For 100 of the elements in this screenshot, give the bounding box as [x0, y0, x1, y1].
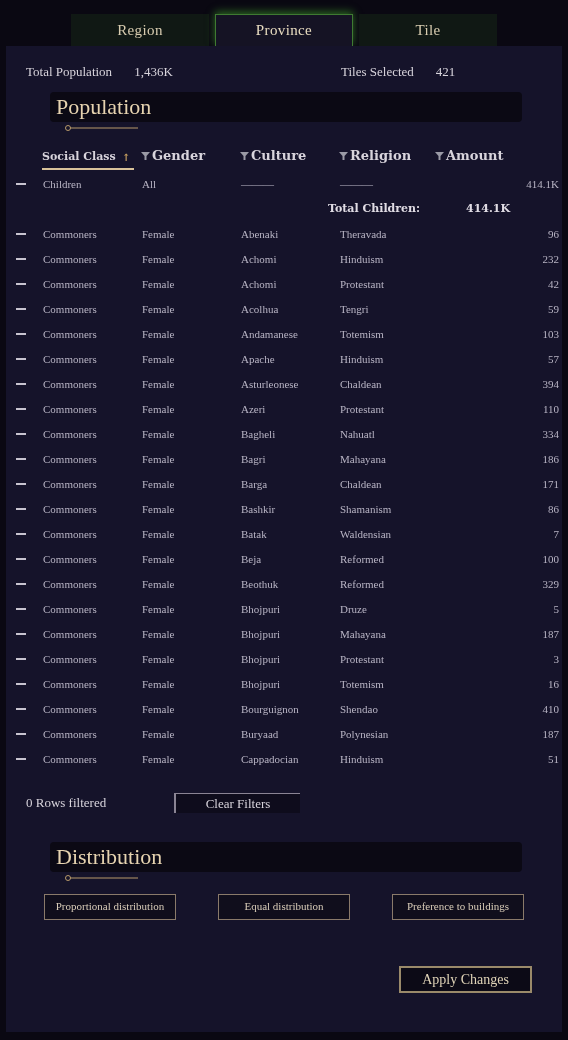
table-cell-text: 59 [547, 301, 559, 317]
minus-icon[interactable] [16, 182, 26, 186]
table-cell-text: Female [142, 551, 176, 567]
table-cell-text: Achomi [241, 251, 278, 267]
tab[interactable]: Province [215, 14, 353, 46]
minus-icon[interactable] [16, 682, 26, 686]
distribution-button[interactable]: Equal distribution [218, 893, 350, 920]
table-cell-text: Bagheli [241, 426, 277, 442]
stat-value: 421 [435, 63, 456, 81]
table-cell-text: Bourguignon [241, 701, 300, 717]
filter-icon[interactable] [240, 151, 249, 160]
apply-changes-button[interactable]: Apply Changes [399, 965, 532, 993]
table-cell-text: Female [142, 301, 176, 317]
table-cell-text: Apache [241, 351, 276, 367]
table-cell-text: Female [142, 351, 176, 367]
table-cell-text: Beja [241, 551, 263, 567]
minus-icon[interactable] [16, 357, 26, 361]
table-cell-text: Achomi [241, 276, 278, 292]
minus-icon[interactable] [16, 657, 26, 661]
minus-icon[interactable] [16, 382, 26, 386]
table-cell-text: Children [43, 176, 83, 192]
distribution-button[interactable]: Preference to buildings [392, 893, 524, 920]
minus-icon[interactable] [16, 332, 26, 336]
minus-icon[interactable] [16, 557, 26, 561]
table-cell-text: Mahayana [340, 626, 387, 642]
minus-icon[interactable] [16, 732, 26, 736]
table-cell-text: Reformed [340, 551, 385, 567]
table-cell-text: Bhojpuri [241, 626, 282, 642]
table-cell-text: Female [142, 326, 176, 342]
table-cell-text: Commoners [43, 476, 98, 492]
table-cell-text: Commoners [43, 626, 98, 642]
table-cell-text: Barga [241, 476, 269, 492]
minus-icon[interactable] [16, 707, 26, 711]
minus-icon[interactable] [16, 507, 26, 511]
column-header[interactable]: Gender [152, 146, 206, 166]
table-cell-text: Female [142, 276, 176, 292]
minus-icon[interactable] [16, 432, 26, 436]
tab[interactable]: Tile [359, 14, 497, 46]
table-cell-text: Female [142, 426, 176, 442]
table-cell-text: Chaldean [340, 376, 383, 392]
table-cell-text: 16 [547, 676, 559, 692]
table-cell-text: 3 [552, 651, 559, 667]
column-header[interactable]: Social Class ↑ [42, 149, 135, 170]
filter-icon[interactable] [141, 151, 150, 160]
minus-icon[interactable] [16, 407, 26, 411]
table-cell-text: Tengri [340, 301, 370, 317]
minus-icon[interactable] [16, 457, 26, 461]
ornament-icon [64, 123, 138, 132]
table-cell-text: Commoners [43, 451, 98, 467]
table-cell-text: Commoners [43, 501, 98, 517]
table-cell-text: Female [142, 501, 176, 517]
table-cell-text: Female [142, 626, 176, 642]
table-cell-text: 7 [552, 526, 559, 542]
table-cell-text: Theravada [340, 226, 388, 242]
table-cell-text: Female [142, 751, 176, 767]
table-cell-text: Female [142, 476, 176, 492]
table-cell-text: 86 [547, 501, 559, 517]
table-cell-text: Totemism [340, 326, 385, 342]
column-header[interactable]: Amount [446, 146, 504, 166]
minus-icon[interactable] [16, 307, 26, 311]
tab[interactable]: Region [71, 14, 209, 46]
ornament-icon [64, 873, 138, 882]
table-cell-text: Commoners [43, 701, 98, 717]
column-header[interactable]: Culture [251, 146, 307, 166]
filter-icon[interactable] [435, 151, 444, 160]
table-cell-text: Batak [241, 526, 268, 542]
table-cell-text: Bhojpuri [241, 651, 282, 667]
table-cell-text: 334 [541, 426, 559, 442]
table-cell-text: Commoners [43, 226, 98, 242]
distribution-button[interactable]: Proportional distribution [44, 893, 176, 920]
table-cell-text: Nahuatl [340, 426, 376, 442]
minus-icon[interactable] [16, 582, 26, 586]
table-cell-text: Commoners [43, 276, 98, 292]
minus-icon[interactable] [16, 632, 26, 636]
minus-icon[interactable] [16, 232, 26, 236]
table-cell-text: Acolhua [241, 301, 280, 317]
table-cell-text: Beothuk [241, 576, 280, 592]
filter-icon[interactable] [339, 151, 348, 160]
table-cell-text: Reformed [340, 576, 385, 592]
minus-icon[interactable] [16, 532, 26, 536]
table-cell-text: Bhojpuri [241, 676, 282, 692]
table-cell-text: 100 [541, 551, 559, 567]
table-cell-text: 5 [552, 601, 559, 617]
minus-icon[interactable] [16, 257, 26, 261]
table-cell-text: Abenaki [241, 226, 280, 242]
column-header[interactable]: Religion [350, 146, 412, 166]
table-cell-text: Female [142, 576, 176, 592]
table-cell-text: 42 [547, 276, 559, 292]
minus-icon[interactable] [16, 282, 26, 286]
table-cell-text: Commoners [43, 676, 98, 692]
table-cell-text: Commoners [43, 726, 98, 742]
table-cell-text: All [142, 176, 158, 192]
minus-icon[interactable] [16, 607, 26, 611]
clear-filters-button[interactable]: Clear Filters [174, 792, 300, 813]
table-cell-text: Buryaad [241, 726, 280, 742]
stat-label: Total Population [26, 63, 113, 81]
minus-icon[interactable] [16, 757, 26, 761]
section-title: Population [55, 95, 152, 118]
minus-icon[interactable] [16, 482, 26, 486]
table-cell-text: 232 [541, 251, 559, 267]
